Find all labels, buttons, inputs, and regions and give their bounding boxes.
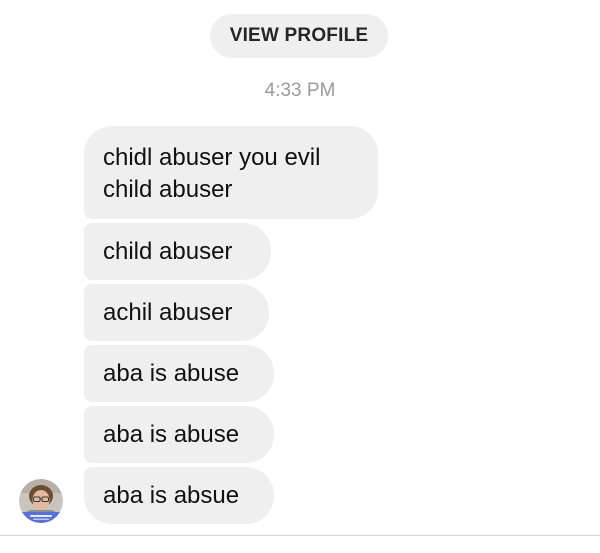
message-bubble[interactable]: achil abuser (84, 284, 269, 341)
message-bubble[interactable]: aba is abuse (84, 406, 274, 463)
bottom-divider (0, 535, 600, 536)
sender-avatar[interactable] (19, 479, 63, 523)
message-timestamp: 4:33 PM (264, 80, 336, 101)
message-bubble[interactable]: aba is absue (84, 467, 274, 524)
message-bubble[interactable]: child abuser (84, 223, 271, 280)
view-profile-button[interactable]: VIEW PROFILE (210, 14, 388, 58)
user-avatar-icon (19, 479, 63, 523)
message-bubble[interactable]: aba is abuse (84, 345, 274, 402)
message-bubble[interactable]: chidl abuser you evil child abuser (84, 126, 378, 219)
